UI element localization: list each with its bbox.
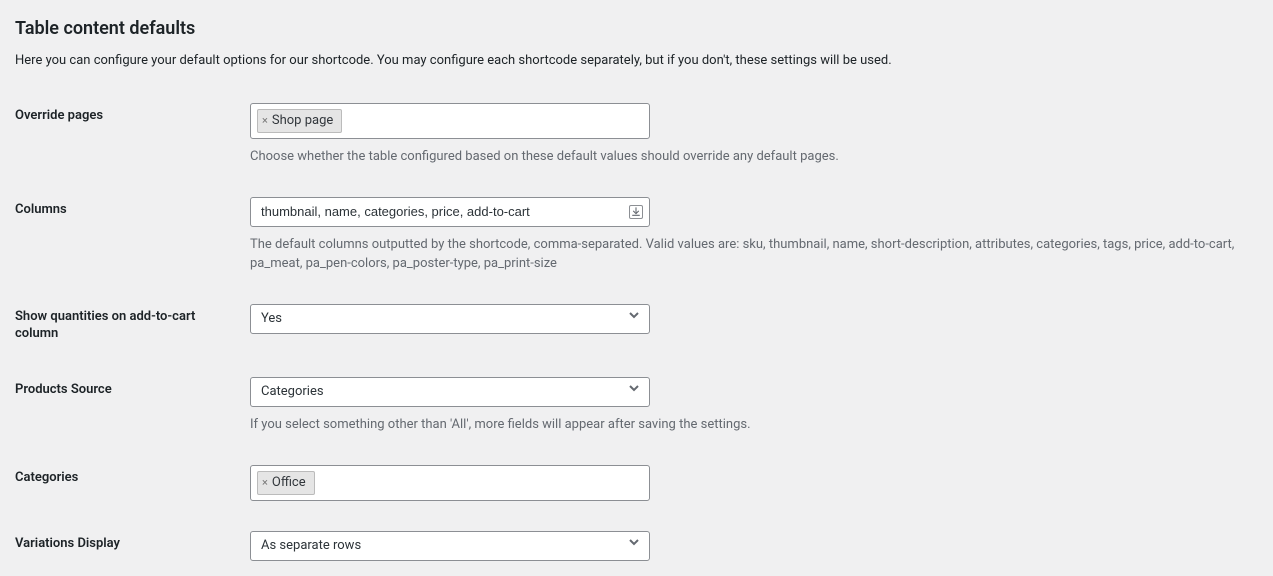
autofill-icon xyxy=(629,205,643,219)
show-quantities-label: Show quantities on add-to-cart column xyxy=(15,289,250,363)
show-quantities-select[interactable]: Yes xyxy=(250,304,650,334)
products-source-label: Products Source xyxy=(15,362,250,450)
products-source-value: Categories xyxy=(261,378,324,406)
columns-description: The default columns outputted by the sho… xyxy=(250,235,1243,274)
tag-label: Office xyxy=(272,474,306,492)
products-source-description: If you select something other than 'All'… xyxy=(250,415,1243,435)
override-pages-input[interactable]: × Shop page xyxy=(250,103,650,139)
show-quantities-value: Yes xyxy=(261,305,282,333)
categories-label: Categories xyxy=(15,450,250,516)
chevron-down-icon xyxy=(627,532,641,560)
categories-tag[interactable]: × Office xyxy=(257,471,315,495)
override-pages-tag[interactable]: × Shop page xyxy=(257,109,342,133)
columns-input-wrapper[interactable] xyxy=(250,197,650,227)
override-pages-description: Choose whether the table configured base… xyxy=(250,147,1243,167)
remove-tag-icon[interactable]: × xyxy=(262,113,268,128)
chevron-down-icon xyxy=(627,378,641,406)
section-heading: Table content defaults xyxy=(15,18,1253,39)
section-intro: Here you can configure your default opti… xyxy=(15,53,1253,68)
variations-display-value: As separate rows xyxy=(261,532,361,560)
categories-input[interactable]: × Office xyxy=(250,465,650,501)
remove-tag-icon[interactable]: × xyxy=(262,475,268,490)
chevron-down-icon xyxy=(627,305,641,333)
override-pages-label: Override pages xyxy=(15,88,250,182)
variations-display-select[interactable]: As separate rows xyxy=(250,531,650,561)
variations-display-label: Variations Display xyxy=(15,516,250,576)
tag-label: Shop page xyxy=(272,112,333,130)
columns-input[interactable] xyxy=(259,198,619,226)
products-source-select[interactable]: Categories xyxy=(250,377,650,407)
settings-table: Override pages × Shop page Choose whethe… xyxy=(15,88,1253,576)
columns-label: Columns xyxy=(15,182,250,289)
